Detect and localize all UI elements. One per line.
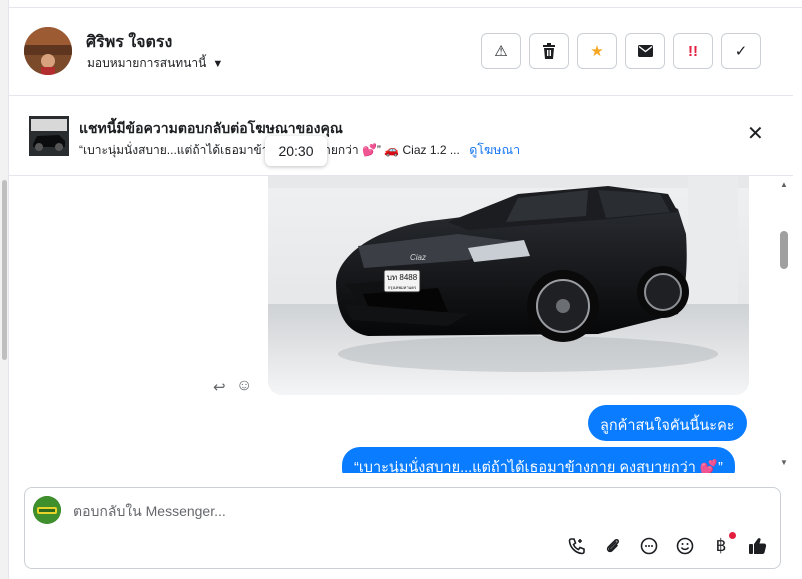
conversation-header: ศิริพร ใจตรง มอบหมายการสนทนานี้ ▼ ⚠ ★ !!… bbox=[9, 8, 793, 96]
thread-scrollbar[interactable]: ▲ ▼ bbox=[776, 176, 793, 473]
envelope-icon bbox=[637, 45, 653, 57]
trash-icon bbox=[543, 43, 555, 59]
call-icon[interactable] bbox=[566, 535, 588, 557]
follow-up-button[interactable]: !! bbox=[673, 33, 713, 69]
top-divider bbox=[9, 0, 802, 8]
react-emoji-icon[interactable]: ☺ bbox=[236, 377, 252, 395]
car-photo-attachment[interactable]: บท 8488 กรุงเทพมหานคร Ciaz bbox=[268, 176, 749, 395]
car-badge: Ciaz bbox=[410, 253, 426, 262]
reply-input[interactable] bbox=[73, 500, 553, 522]
conversation-actions: ⚠ ★ !! ✓ bbox=[481, 33, 761, 69]
reply-icon[interactable]: ↩ bbox=[213, 378, 226, 396]
warning-icon: ⚠ bbox=[494, 43, 508, 60]
thumbs-up-icon[interactable] bbox=[746, 535, 768, 557]
caret-down-icon: ▼ bbox=[212, 57, 224, 70]
outgoing-message: “เบาะนุ่มนั่งสบาย...แต่ถ้าได้เธอมาข้างกา… bbox=[342, 447, 735, 473]
contact-name: ศิริพร ใจตรง bbox=[86, 34, 173, 51]
attachment-icon[interactable] bbox=[602, 535, 624, 557]
payment-baht-icon[interactable]: ฿ bbox=[710, 532, 736, 557]
report-button[interactable]: ⚠ bbox=[481, 33, 521, 69]
view-ad-link[interactable]: ดูโฆษณา bbox=[469, 143, 520, 157]
avatar[interactable] bbox=[24, 27, 72, 75]
license-plate-number: บท 8488 bbox=[387, 273, 418, 282]
mark-done-button[interactable]: ✓ bbox=[721, 33, 761, 69]
notification-dot bbox=[729, 532, 736, 539]
left-scrollbar-thumb[interactable] bbox=[2, 180, 7, 360]
check-icon: ✓ bbox=[734, 43, 748, 60]
timestamp-tooltip: 20:30 bbox=[265, 136, 327, 166]
composer-tools: ฿ bbox=[566, 532, 768, 557]
scroll-up-arrow-icon[interactable]: ▲ bbox=[780, 180, 788, 189]
assign-conversation-dropdown[interactable]: มอบหมายการสนทนานี้ ▼ bbox=[87, 54, 223, 73]
message-composer: ฿ bbox=[24, 487, 781, 569]
exclamation-icon: !! bbox=[688, 42, 698, 60]
message-thread[interactable]: บท 8488 กรุงเทพมหานคร Ciaz ↩ ☺ ลูกค้าสนใ… bbox=[9, 176, 793, 473]
ad-thumbnail[interactable] bbox=[29, 116, 69, 156]
star-button[interactable]: ★ bbox=[577, 33, 617, 69]
page-avatar bbox=[33, 496, 61, 524]
ad-reply-banner: แชทนี้มีข้อความตอบกลับต่อโฆษณาของคุณ “เบ… bbox=[9, 96, 793, 176]
saved-replies-icon[interactable] bbox=[638, 535, 660, 557]
assign-label: มอบหมายการสนทนานี้ bbox=[87, 56, 207, 70]
close-icon[interactable]: ✕ bbox=[747, 124, 764, 144]
scroll-down-arrow-icon[interactable]: ▼ bbox=[780, 458, 788, 467]
thread-scrollbar-thumb[interactable] bbox=[780, 231, 788, 269]
outgoing-message: ลูกค้าสนใจคันนี้นะคะ bbox=[588, 405, 747, 441]
star-icon: ★ bbox=[590, 43, 604, 60]
delete-button[interactable] bbox=[529, 33, 569, 69]
mark-unread-button[interactable] bbox=[625, 33, 665, 69]
emoji-icon[interactable] bbox=[674, 535, 696, 557]
left-scrollbar[interactable] bbox=[0, 0, 9, 579]
